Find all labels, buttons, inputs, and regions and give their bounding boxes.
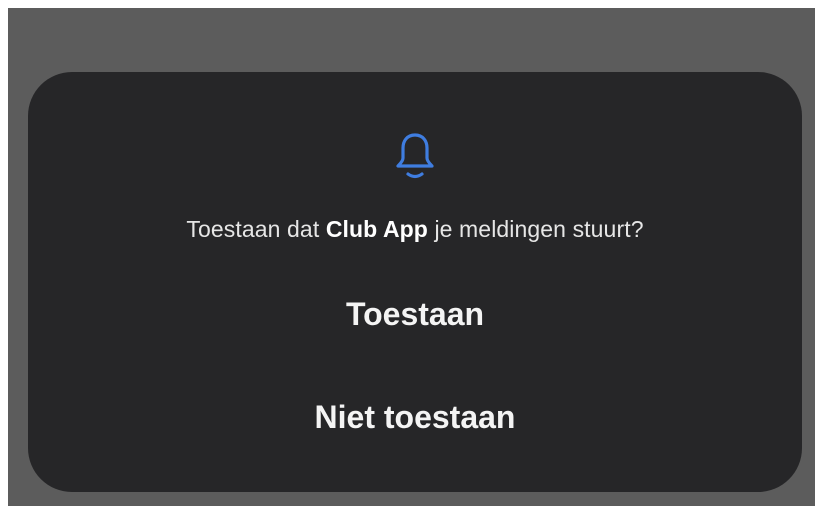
message-prefix: Toestaan dat xyxy=(186,216,326,242)
dimmed-background: Toestaan dat Club App je meldingen stuur… xyxy=(8,8,815,506)
message-suffix: je meldingen stuurt? xyxy=(427,216,644,242)
permission-message: Toestaan dat Club App je meldingen stuur… xyxy=(28,216,802,243)
deny-button[interactable]: Niet toestaan xyxy=(248,385,582,449)
allow-button[interactable]: Toestaan xyxy=(248,282,582,346)
bell-icon xyxy=(396,133,434,179)
notification-permission-dialog: Toestaan dat Club App je meldingen stuur… xyxy=(28,72,802,492)
app-name: Club App xyxy=(325,216,428,242)
